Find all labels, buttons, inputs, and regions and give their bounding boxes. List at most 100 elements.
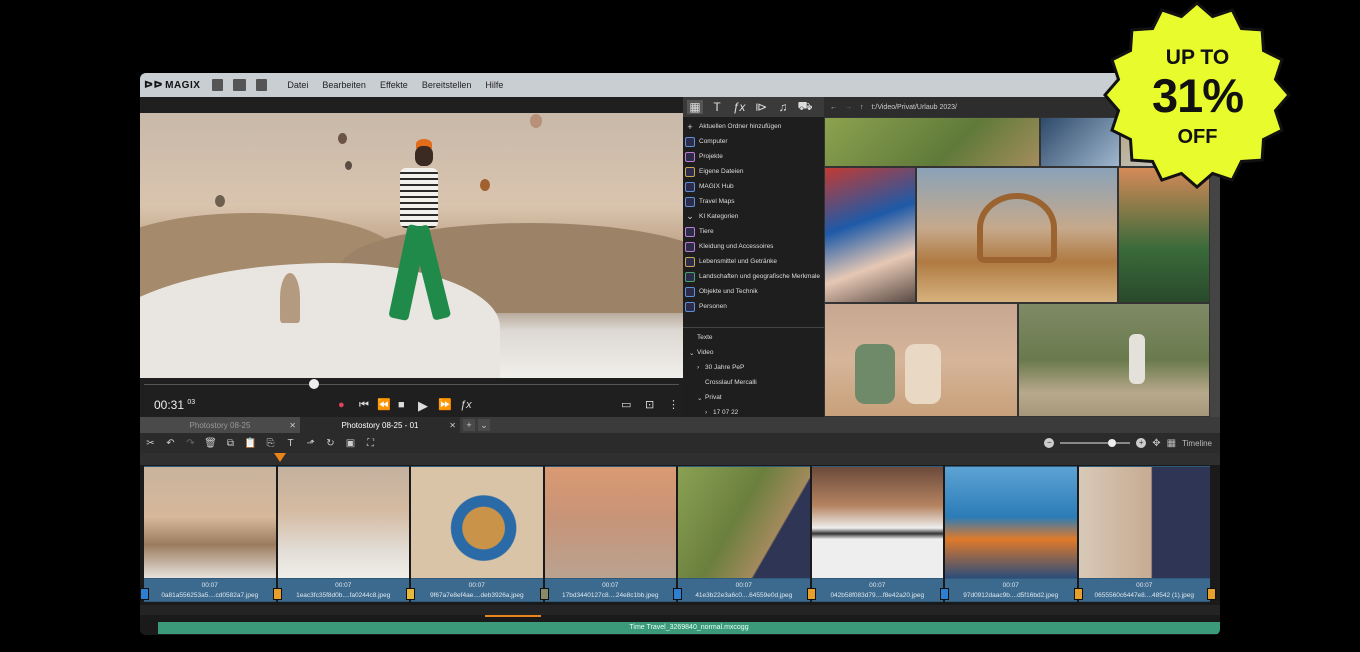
- scrub-bar[interactable]: [140, 378, 683, 390]
- tree-toggle-icon[interactable]: ⌄: [689, 349, 697, 357]
- effects-tab-icon[interactable]: ƒx: [731, 100, 747, 114]
- fullscreen-icon[interactable]: ⊡: [645, 399, 654, 412]
- tree-item[interactable]: Texte: [683, 330, 824, 345]
- add-tab-icon[interactable]: +: [463, 419, 475, 431]
- crop-icon[interactable]: ⬏: [304, 438, 317, 449]
- cast-icon[interactable]: ▭: [621, 399, 631, 412]
- title-icon[interactable]: T: [284, 438, 297, 449]
- zoom-slider[interactable]: [1060, 439, 1131, 447]
- audio-track[interactable]: Time Travel_3269840_normal.mxcogg: [158, 622, 1220, 634]
- tree-item[interactable]: › 30 Jahre PeP: [683, 360, 824, 375]
- folder-item[interactable]: Personen: [683, 299, 824, 314]
- menu-bereitstellen[interactable]: Bereitstellen: [422, 80, 472, 90]
- folder-item[interactable]: Landschaften und geografische Merkmale: [683, 269, 824, 284]
- redo-icon[interactable]: ↷: [184, 438, 197, 449]
- transitions-tab-icon[interactable]: ⧐: [753, 100, 769, 114]
- transition-marker[interactable]: [673, 588, 682, 600]
- undo-icon[interactable]: ↶: [164, 438, 177, 449]
- grid-thumb[interactable]: [824, 117, 1040, 167]
- close-icon[interactable]: ✕: [289, 421, 296, 430]
- copy-icon[interactable]: ⧉: [224, 438, 237, 449]
- tree-toggle-icon[interactable]: ›: [705, 409, 713, 416]
- transition-marker[interactable]: [140, 588, 149, 600]
- clipboard-icon[interactable]: ⎘: [264, 438, 277, 449]
- transition-marker[interactable]: [806, 588, 816, 600]
- folder-item[interactable]: ⌄ KI Kategorien: [683, 209, 824, 224]
- tree-item[interactable]: Crosslauf Mercalli: [683, 375, 824, 390]
- grid-thumb[interactable]: [916, 167, 1118, 303]
- tree-item[interactable]: ⌄ Video: [683, 345, 824, 360]
- timeline-mode-label[interactable]: Timeline: [1182, 439, 1212, 448]
- transition-marker[interactable]: [539, 588, 549, 600]
- back-arrow-icon[interactable]: ←: [830, 104, 837, 111]
- fit-icon[interactable]: ⛶: [364, 438, 377, 449]
- timeline-clip[interactable]: 00:07 97d0912daac9b....d5f16bd2.jpeg: [945, 466, 1077, 602]
- rotate-icon[interactable]: ↻: [324, 438, 337, 449]
- timeline-clip[interactable]: 00:07 9f67a7e8ef4ae....deb3926a.jpeg: [411, 466, 543, 602]
- scissors-icon[interactable]: ✂: [144, 438, 157, 449]
- grid-thumb[interactable]: [1018, 303, 1210, 417]
- tree-item[interactable]: ⌄ Privat: [683, 390, 824, 405]
- up-arrow-icon[interactable]: ↑: [860, 104, 864, 111]
- timeline-clip[interactable]: 00:07 17bd3440127c8....24e8c1bb.jpeg: [544, 466, 676, 602]
- transition-marker[interactable]: [940, 588, 949, 600]
- zoom-in-icon[interactable]: +: [1136, 438, 1147, 448]
- timeline-mode-icon[interactable]: ▦: [1167, 438, 1176, 449]
- new-file-icon[interactable]: [212, 79, 224, 91]
- transition-marker[interactable]: [1207, 588, 1216, 600]
- stop-icon[interactable]: ■: [398, 399, 405, 412]
- save-icon[interactable]: [256, 79, 268, 91]
- folder-item[interactable]: Tiere: [683, 224, 824, 239]
- folder-item[interactable]: Travel Maps: [683, 194, 824, 209]
- tab-photostory-08-25[interactable]: Photostory 08-25 ✕: [140, 417, 300, 433]
- delete-icon[interactable]: 🗑: [204, 438, 217, 449]
- folder-item[interactable]: Computer: [683, 134, 824, 149]
- store-tab-icon[interactable]: ⛟: [797, 99, 813, 115]
- transition-marker[interactable]: [406, 588, 415, 600]
- timeline-clip[interactable]: 00:07 41e3b22e3a6c0....64559e0d.jpeg: [678, 466, 810, 602]
- open-folder-icon[interactable]: [233, 79, 247, 91]
- path-text[interactable]: t:/Video/Privat/Urlaub 2023/: [872, 104, 957, 111]
- more-icon[interactable]: ⋮: [668, 399, 679, 412]
- folder-item[interactable]: MAGIX Hub: [683, 179, 824, 194]
- move-icon[interactable]: ✥: [1152, 438, 1160, 449]
- tab-photostory-08-25-01[interactable]: Photostory 08-25 - 01 ✕: [300, 417, 460, 433]
- scrub-handle[interactable]: [309, 379, 319, 389]
- timeline-clip[interactable]: 00:07 0655560c6447e8....48542 (1).jpeg: [1078, 466, 1210, 602]
- folder-item[interactable]: Lebensmittel und Getränke: [683, 254, 824, 269]
- transition-marker[interactable]: [272, 588, 282, 600]
- menu-effekte[interactable]: Effekte: [380, 80, 408, 90]
- folder-item[interactable]: Eigene Dateien: [683, 164, 824, 179]
- folder-item[interactable]: + Aktuellen Ordner hinzufügen: [683, 119, 824, 134]
- timeline-clip[interactable]: 00:07 1eac3fc35f8d0b....fa0244c8.jpeg: [277, 466, 409, 602]
- fx-icon[interactable]: ƒx: [460, 399, 472, 412]
- frame-icon[interactable]: ▣: [344, 438, 357, 449]
- folder-item[interactable]: Objekte und Technik: [683, 284, 824, 299]
- text-tab-icon[interactable]: T: [709, 100, 725, 114]
- record-icon[interactable]: ●: [338, 399, 345, 412]
- transition-marker[interactable]: [1073, 588, 1083, 600]
- close-icon[interactable]: ✕: [449, 421, 456, 430]
- timeline-clip[interactable]: 00:07 042b58f083d79....f8e42a20.jpeg: [811, 466, 943, 602]
- fast-forward-icon[interactable]: ⏩: [438, 399, 452, 412]
- grid-thumb[interactable]: [824, 303, 1018, 417]
- tree-toggle-icon[interactable]: ›: [697, 364, 705, 371]
- rewind-icon[interactable]: ⏪: [377, 399, 391, 412]
- play-icon[interactable]: ▶: [418, 399, 428, 412]
- skip-start-icon[interactable]: ⏮: [359, 399, 369, 412]
- music-tab-icon[interactable]: ♫: [775, 100, 791, 114]
- grid-thumb[interactable]: [824, 167, 916, 303]
- menu-bearbeiten[interactable]: Bearbeiten: [322, 80, 366, 90]
- playhead-marker[interactable]: [274, 453, 286, 462]
- timeline-clip[interactable]: 00:07 0a81a556253a5....cd0582a7.jpeg: [144, 466, 276, 602]
- forward-arrow-icon[interactable]: →: [845, 104, 852, 111]
- paste-icon[interactable]: 📋: [244, 438, 257, 449]
- timeline-ruler[interactable]: [140, 453, 1220, 465]
- folder-item[interactable]: Kleidung und Accessoires: [683, 239, 824, 254]
- zoom-out-icon[interactable]: −: [1044, 438, 1055, 448]
- tab-menu-chevron-icon[interactable]: ⌄: [478, 419, 490, 431]
- menu-hilfe[interactable]: Hilfe: [485, 80, 503, 90]
- menu-datei[interactable]: Datei: [287, 80, 308, 90]
- folder-item[interactable]: Projekte: [683, 149, 824, 164]
- grid-view-icon[interactable]: ▦: [687, 100, 703, 114]
